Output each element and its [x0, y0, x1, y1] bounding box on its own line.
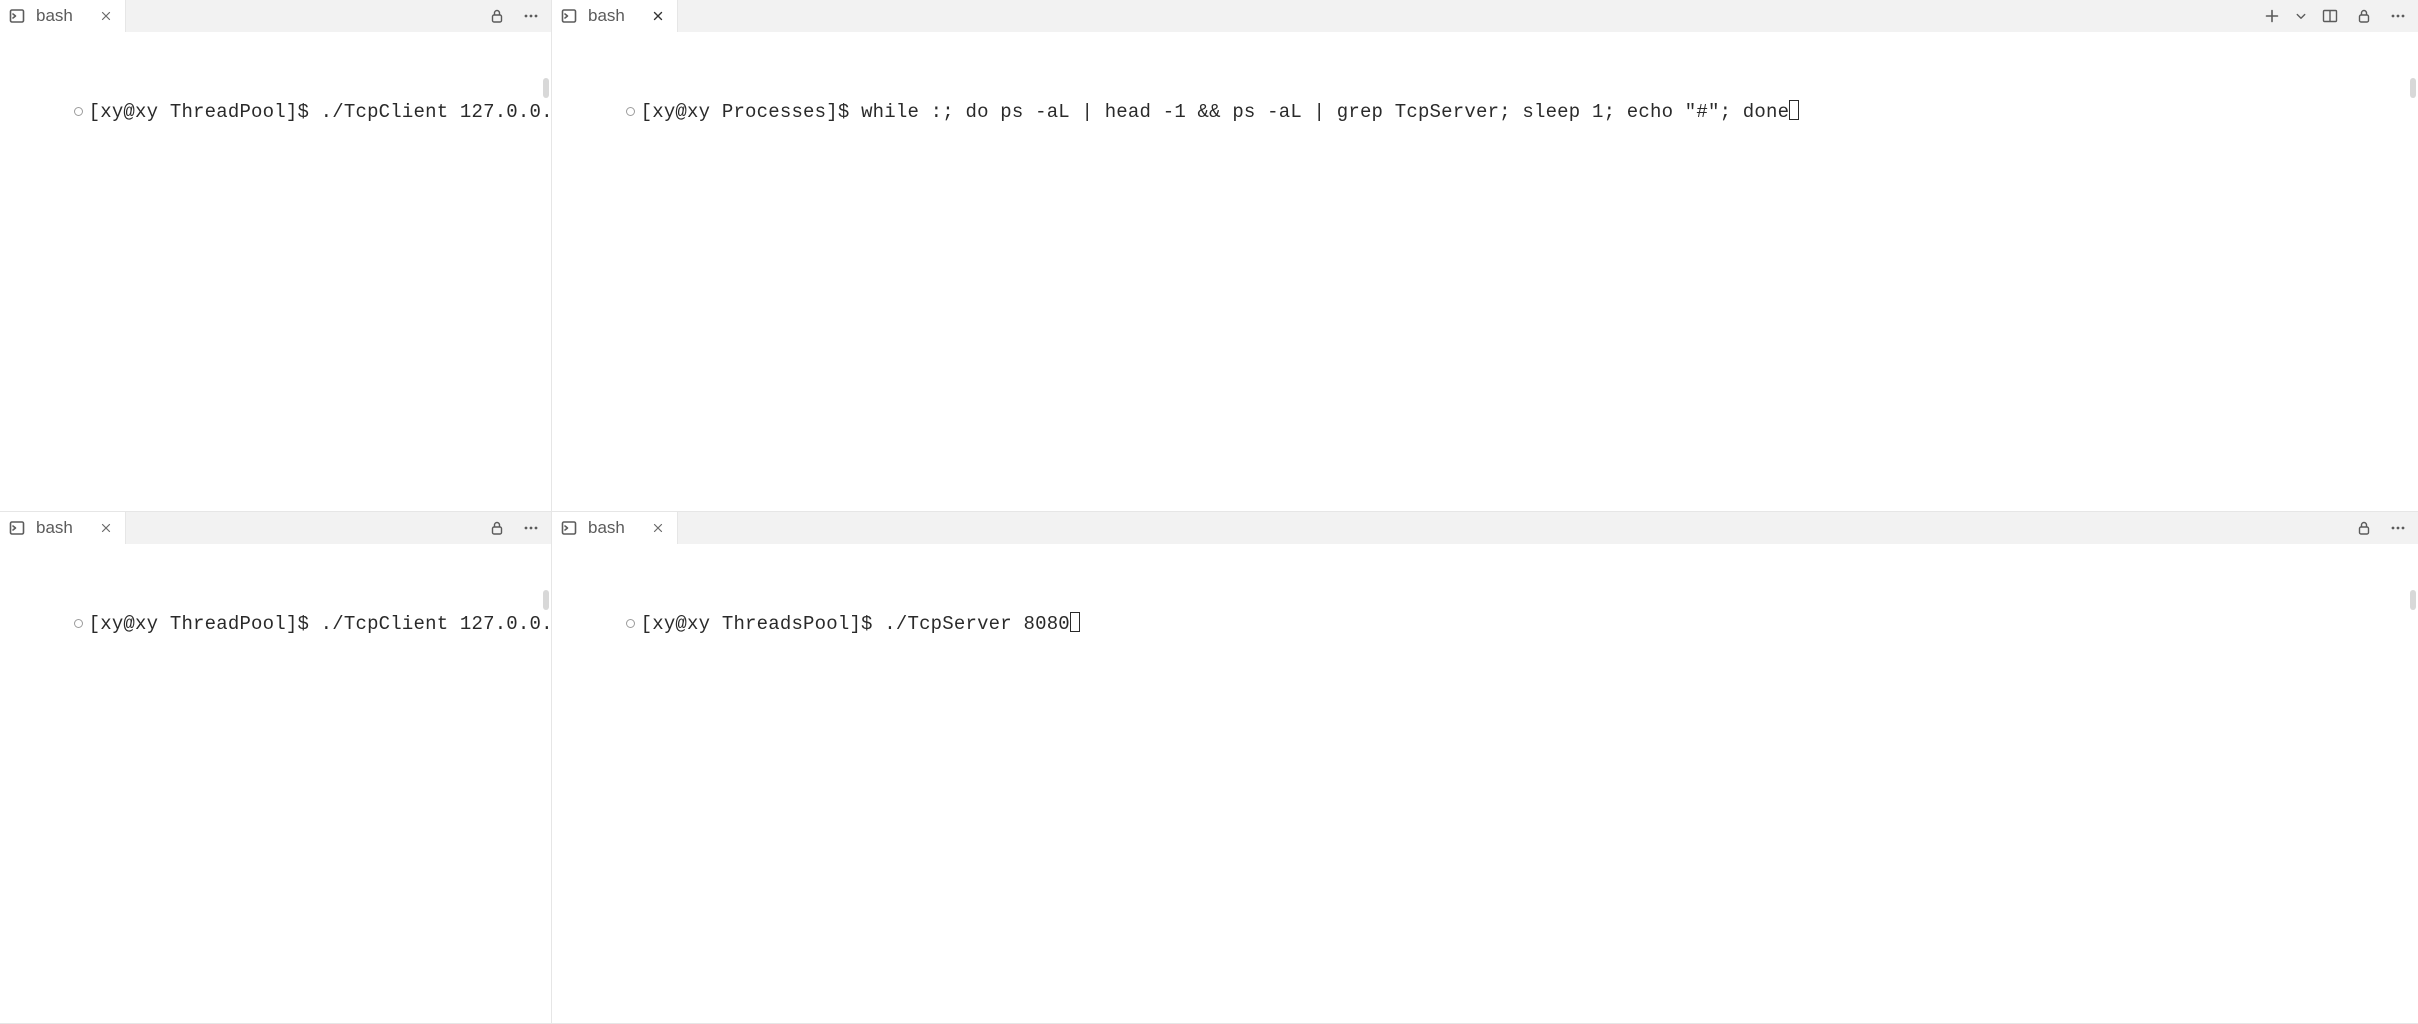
prompt-marker-icon	[74, 619, 83, 628]
tab-bar: bash	[0, 0, 551, 32]
prompt-text: [xy@xy Processes]$	[641, 101, 861, 123]
command-text: ./TcpClient 127.0.0.1 8080	[321, 613, 551, 635]
lock-icon[interactable]	[2350, 2, 2378, 30]
split-icon[interactable]	[2316, 2, 2344, 30]
close-icon[interactable]	[645, 515, 671, 541]
terminal-pane-0: bash [xy@xy ThreadPool]$ ./TcpClient 127…	[0, 0, 552, 512]
terminal-output[interactable]: [xy@xy ThreadPool]$ ./TcpClient 127.0.0.…	[0, 544, 551, 1023]
terminal-pane-2: bash [xy@xy ThreadPool]$ ./TcpClient 127…	[0, 512, 552, 1024]
terminal-pane-3: bash [xy@xy ThreadsPool]$ ./TcpServer 80…	[552, 512, 2418, 1024]
command-text: ./TcpServer 8080	[884, 613, 1070, 635]
tab-actions	[477, 512, 551, 544]
tab-bash[interactable]: bash	[552, 0, 678, 32]
chevron-down-icon[interactable]	[2292, 2, 2310, 30]
terminal-output[interactable]: [xy@xy Processes]$ while :; do ps -aL | …	[552, 32, 2418, 511]
tab-bash[interactable]: bash	[0, 512, 126, 544]
more-icon[interactable]	[517, 514, 545, 542]
prompt-marker-icon	[626, 619, 635, 628]
command-text: ./TcpClient 127.0.0.1 8080	[321, 101, 551, 123]
tab-bash[interactable]: bash	[0, 0, 126, 32]
prompt-marker-icon	[74, 107, 83, 116]
tab-label: bash	[36, 518, 73, 538]
cursor	[1789, 100, 1799, 120]
plus-icon[interactable]	[2258, 2, 2286, 30]
scrollbar-thumb[interactable]	[543, 590, 549, 610]
scrollbar-thumb[interactable]	[2410, 590, 2416, 610]
more-icon[interactable]	[517, 2, 545, 30]
tab-label: bash	[588, 6, 625, 26]
prompt-marker-icon	[626, 107, 635, 116]
tab-label: bash	[36, 6, 73, 26]
terminal-icon	[8, 519, 26, 537]
lock-icon[interactable]	[2350, 514, 2378, 542]
terminal-icon	[8, 7, 26, 25]
tab-bar: bash	[552, 512, 2418, 544]
terminal-icon	[560, 519, 578, 537]
scrollbar-thumb[interactable]	[543, 78, 549, 98]
tab-bar: bash	[0, 512, 551, 544]
more-icon[interactable]	[2384, 2, 2412, 30]
tab-label: bash	[588, 518, 625, 538]
tab-actions	[477, 0, 551, 32]
close-icon[interactable]	[645, 3, 671, 29]
tab-actions	[2344, 512, 2418, 544]
prompt-text: [xy@xy ThreadPool]$	[89, 613, 321, 635]
prompt-text: [xy@xy ThreadsPool]$	[641, 613, 885, 635]
prompt-text: [xy@xy ThreadPool]$	[89, 101, 321, 123]
tab-bash[interactable]: bash	[552, 512, 678, 544]
tab-bar: bash	[552, 0, 2418, 32]
terminal-grid: bash [xy@xy ThreadPool]$ ./TcpClient 127…	[0, 0, 2418, 1024]
lock-icon[interactable]	[483, 514, 511, 542]
close-icon[interactable]	[93, 515, 119, 541]
tab-actions	[2252, 0, 2418, 32]
cursor	[1070, 612, 1080, 632]
more-icon[interactable]	[2384, 514, 2412, 542]
lock-icon[interactable]	[483, 2, 511, 30]
terminal-output[interactable]: [xy@xy ThreadPool]$ ./TcpClient 127.0.0.…	[0, 32, 551, 511]
terminal-icon	[560, 7, 578, 25]
scrollbar-thumb[interactable]	[2410, 78, 2416, 98]
terminal-output[interactable]: [xy@xy ThreadsPool]$ ./TcpServer 8080	[552, 544, 2418, 1023]
close-icon[interactable]	[93, 3, 119, 29]
terminal-pane-1: bash	[552, 0, 2418, 512]
command-text: while :; do ps -aL | head -1 && ps -aL |…	[861, 101, 1789, 123]
